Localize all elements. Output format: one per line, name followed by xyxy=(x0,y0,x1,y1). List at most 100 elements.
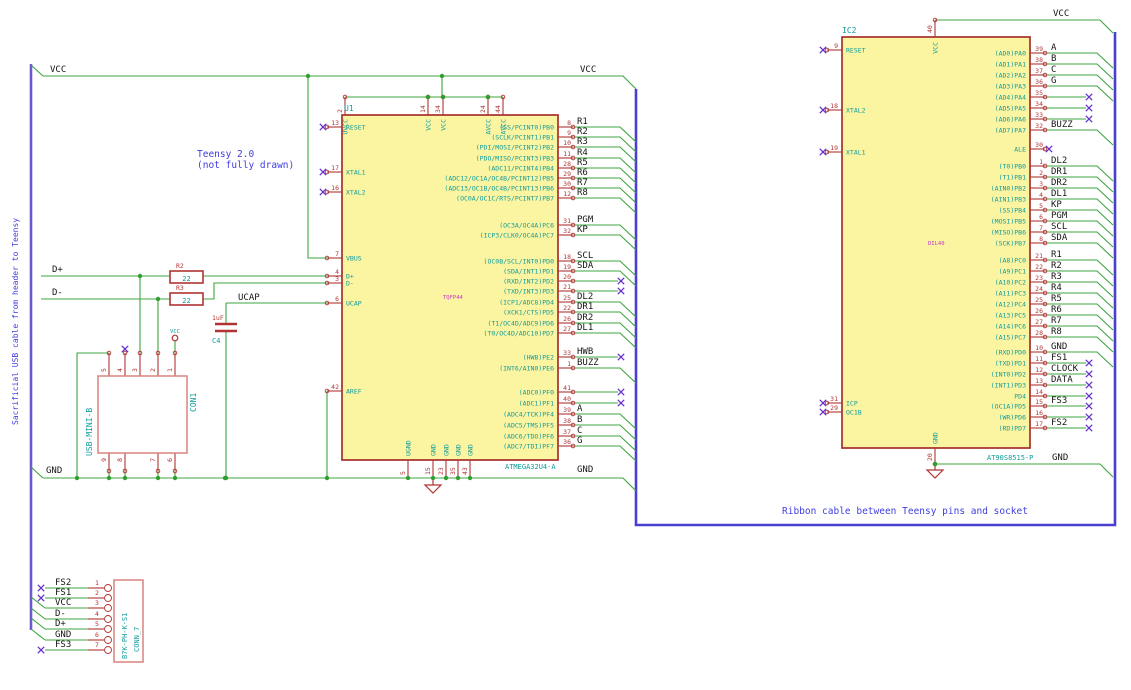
net-label-gnd[interactable]: GND xyxy=(1051,342,1067,352)
net-label-vcc-right[interactable]: VCC xyxy=(1053,9,1069,19)
net-label-fs1[interactable]: FS1 xyxy=(1051,353,1067,363)
net-label-r1[interactable]: R1 xyxy=(1051,250,1062,260)
net-label-gnd-left[interactable]: GND xyxy=(46,466,62,476)
net-label-dl2[interactable]: DL2 xyxy=(1051,156,1067,166)
net-label-dl1[interactable]: DL1 xyxy=(577,323,593,333)
net-label-d+[interactable]: D+ xyxy=(55,619,66,629)
wire[interactable] xyxy=(573,197,637,214)
net-label-scl[interactable]: SCL xyxy=(577,251,593,261)
net-label-dr2[interactable]: DR2 xyxy=(577,313,593,323)
net-label-dr1[interactable]: DR1 xyxy=(1051,167,1067,177)
u1-value[interactable]: ATMEGA32U4-A xyxy=(505,463,556,471)
net-label-d-[interactable]: D- xyxy=(55,609,66,619)
resistor-r3[interactable]: R3 22 xyxy=(169,284,204,306)
wire[interactable] xyxy=(30,466,44,479)
net-label-vcc-mid[interactable]: VCC xyxy=(580,65,596,75)
net-label-gnd-right[interactable]: GND xyxy=(1052,453,1068,463)
net-label-fs2[interactable]: FS2 xyxy=(55,578,71,588)
net-label-r2[interactable]: R2 xyxy=(577,127,588,137)
net-label-r8[interactable]: R8 xyxy=(577,188,588,198)
wire[interactable] xyxy=(30,617,46,630)
net-label-pgm[interactable]: PGM xyxy=(577,215,594,225)
net-label-buzz[interactable]: BUZZ xyxy=(577,358,599,368)
wire[interactable] xyxy=(935,463,1114,478)
net-label-fs1[interactable]: FS1 xyxy=(55,588,71,598)
net-label-scl[interactable]: SCL xyxy=(1051,222,1067,232)
net-label-r4[interactable]: R4 xyxy=(1051,283,1062,293)
net-label-buzz[interactable]: BUZZ xyxy=(1051,120,1073,130)
capacitor-c4[interactable]: 1uF C4 xyxy=(212,314,237,345)
net-label-a[interactable]: A xyxy=(577,404,583,414)
net-label-gnd[interactable]: GND xyxy=(55,630,71,640)
net-label-r6[interactable]: R6 xyxy=(577,168,588,178)
wire[interactable] xyxy=(203,282,327,300)
net-label-sda[interactable]: SDA xyxy=(577,261,594,271)
net-label-dl2[interactable]: DL2 xyxy=(577,292,593,302)
net-label-r8[interactable]: R8 xyxy=(1051,327,1062,337)
u1-ref[interactable]: U1 xyxy=(344,104,354,113)
note-usb-cable[interactable]: Sacrificial USB cable from header to Tee… xyxy=(11,218,20,425)
net-label-dr2[interactable]: DR2 xyxy=(1051,178,1067,188)
net-label-ucap[interactable]: UCAP xyxy=(238,293,260,303)
wire[interactable] xyxy=(30,596,46,609)
net-label-dr1[interactable]: DR1 xyxy=(577,302,593,312)
resistor-r2[interactable]: R2 22 xyxy=(169,262,204,284)
net-label-r3[interactable]: R3 xyxy=(1051,272,1062,282)
net-label-dl1[interactable]: DL1 xyxy=(1051,189,1067,199)
net-label-g[interactable]: G xyxy=(577,436,582,446)
net-label-gnd-mid[interactable]: GND xyxy=(577,465,593,475)
conn7-pin-FS3[interactable]: 7 FS3 xyxy=(55,640,112,654)
wire[interactable] xyxy=(573,445,637,462)
net-label-clock[interactable]: CLOCK xyxy=(1051,364,1079,374)
note-teensy-line2[interactable]: (not fully drawn) xyxy=(197,160,294,171)
net-label-hwb[interactable]: HWB xyxy=(577,347,593,357)
net-label-c[interactable]: C xyxy=(577,426,582,436)
wire[interactable] xyxy=(43,75,637,90)
net-label-pgm[interactable]: PGM xyxy=(1051,211,1068,221)
wire[interactable] xyxy=(573,332,637,349)
net-label-kp[interactable]: KP xyxy=(577,225,588,235)
net-label-b[interactable]: B xyxy=(1051,54,1056,64)
net-label-r7[interactable]: R7 xyxy=(577,178,588,188)
net-label-b[interactable]: B xyxy=(577,415,582,425)
note-teensy-line1[interactable]: Teensy 2.0 xyxy=(197,149,254,160)
wire[interactable] xyxy=(307,76,327,259)
net-label-data[interactable]: DATA xyxy=(1051,375,1073,385)
net-label-r2[interactable]: R2 xyxy=(1051,261,1062,271)
wire[interactable] xyxy=(573,367,637,384)
net-label-r5[interactable]: R5 xyxy=(577,158,588,168)
net-label-fs3[interactable]: FS3 xyxy=(1051,396,1067,406)
ic2-ref[interactable]: IC2 xyxy=(842,26,857,35)
ic2-value[interactable]: AT90S8515-P xyxy=(987,454,1033,462)
wire[interactable] xyxy=(30,64,44,77)
wire[interactable] xyxy=(935,19,1114,34)
wire[interactable] xyxy=(573,270,637,287)
net-label-r1[interactable]: R1 xyxy=(577,117,588,127)
net-label-r5[interactable]: R5 xyxy=(1051,294,1062,304)
net-label-fs3[interactable]: FS3 xyxy=(55,640,71,650)
net-label-kp[interactable]: KP xyxy=(1051,200,1062,210)
net-label-dplus[interactable]: D+ xyxy=(52,265,63,275)
u1-symbol[interactable]: 13RESET17XTAL116XTAL27VBUS4D+3D-6UCAP42A… xyxy=(324,94,576,477)
wire[interactable] xyxy=(43,477,637,492)
net-label-r6[interactable]: R6 xyxy=(1051,305,1062,315)
net-label-fs2[interactable]: FS2 xyxy=(1051,418,1067,428)
net-label-a[interactable]: A xyxy=(1051,43,1057,53)
note-ribbon-cable[interactable]: Ribbon cable between Teensy pins and soc… xyxy=(782,506,1028,517)
wire[interactable] xyxy=(1045,129,1114,146)
vcc-power-flag[interactable]: VCC xyxy=(170,329,180,342)
net-label-sda[interactable]: SDA xyxy=(1051,233,1068,243)
conn7-pins[interactable]: 1 FS2 2 FS1 3 VCC 4 D- 5 D+ 6 GND 7 FS3 xyxy=(55,578,112,654)
net-label-vcc-left[interactable]: VCC xyxy=(50,65,66,75)
net-label-vcc[interactable]: VCC xyxy=(55,598,71,608)
usb-connector-con1[interactable]: USB-MINI-B CON1 xyxy=(85,375,198,456)
net-label-g[interactable]: G xyxy=(1051,76,1056,86)
wire[interactable] xyxy=(573,424,637,441)
net-label-r7[interactable]: R7 xyxy=(1051,316,1062,326)
connector-conn7[interactable]: B7K-PH-K-S1 CONN_7 xyxy=(113,579,144,663)
net-label-r4[interactable]: R4 xyxy=(577,148,588,158)
wire[interactable] xyxy=(573,413,637,430)
wire[interactable] xyxy=(30,628,46,641)
wire[interactable] xyxy=(573,234,637,251)
net-label-dminus[interactable]: D- xyxy=(52,288,63,298)
